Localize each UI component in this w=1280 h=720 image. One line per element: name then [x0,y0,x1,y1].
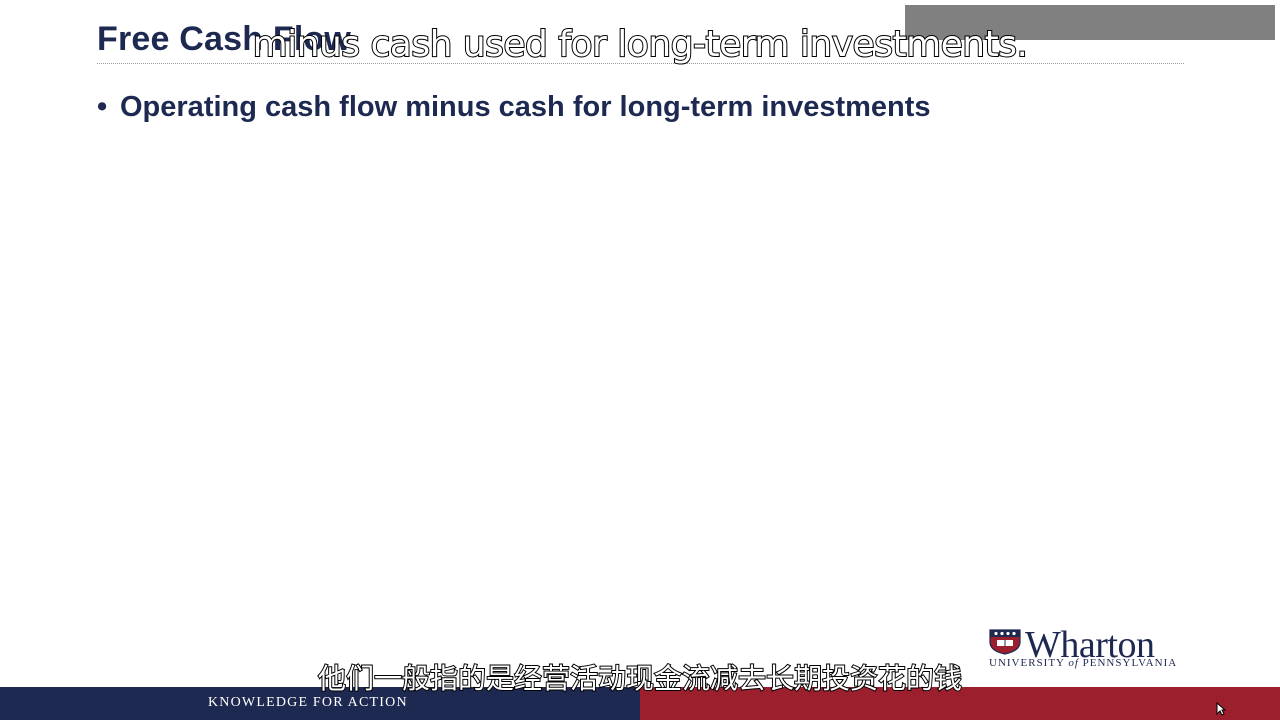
footer-tagline: KNOWLEDGE FOR ACTION [208,695,408,710]
mouse-cursor-icon [1216,702,1226,716]
chinese-caption: 他们一般指的是经营活动现金流减去长期投资花的钱 [317,661,963,696]
penn-shield-icon [989,629,1021,655]
english-caption-text: minus cash used for long-term investment… [252,23,1029,66]
bullet-item: • Operating cash flow minus cash for long… [97,91,931,124]
english-caption: minus cash used for long-term investment… [0,23,1280,66]
bullet-marker: • [97,91,108,123]
bullet-text: Operating cash flow minus cash for long-… [120,91,931,123]
